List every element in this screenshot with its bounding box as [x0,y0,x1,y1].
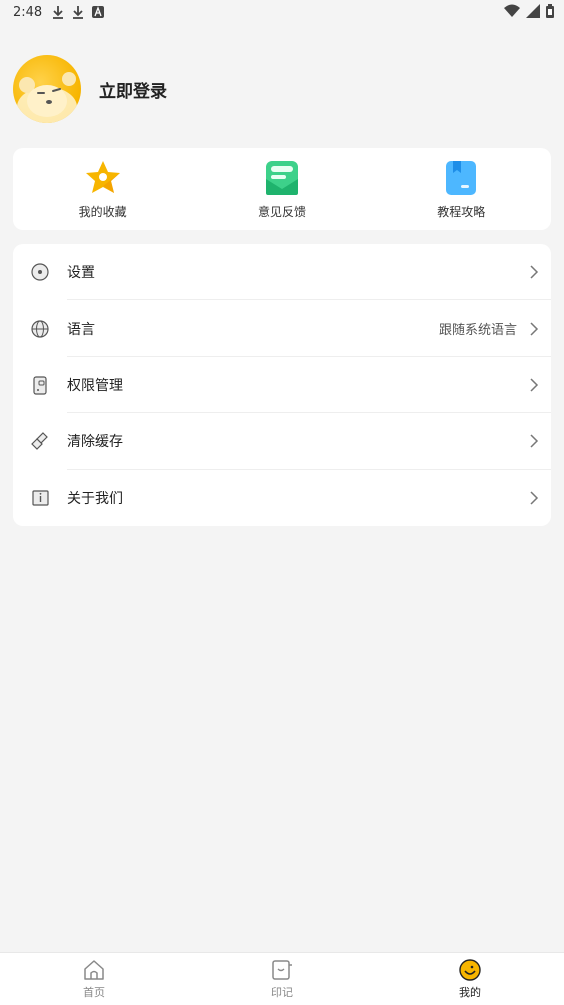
status-icons-right [504,4,554,18]
tab-me[interactable]: 我的 [420,958,520,1000]
chevron-right-icon [530,322,539,336]
broom-icon [31,432,48,451]
menu-label-clear-cache: 清除缓存 [67,434,123,451]
feedback-button[interactable]: 意见反馈 [222,154,342,224]
me-icon [459,958,481,981]
home-icon [84,959,104,980]
permission-icon [33,376,47,395]
battery-icon [546,4,554,18]
tutorial-label: 教程攻略 [437,204,486,219]
feedback-icon [265,160,298,195]
settings-icon [31,263,49,281]
info-icon [32,490,49,506]
bottom-tab-bar: 首页 印记 我的 [0,952,564,1005]
quick-actions-card: 我的收藏 意见反馈 教程攻略 [13,148,551,230]
menu-item-clear-cache[interactable]: 清除缓存 [13,413,551,470]
star-icon [85,160,120,193]
stamp-icon [272,959,292,980]
favorites-button[interactable]: 我的收藏 [43,154,163,224]
tab-stamp[interactable]: 印记 [232,959,332,1000]
profile-header[interactable]: 立即登录 [13,55,167,123]
signal-icon [526,4,540,18]
tab-label-stamp: 印记 [271,985,293,999]
tab-home[interactable]: 首页 [44,959,144,1000]
bear-avatar-icon[interactable] [13,55,81,123]
chevron-right-icon [530,491,539,505]
download-icon [53,6,64,19]
menu-label-permissions: 权限管理 [67,377,123,394]
feedback-label: 意见反馈 [257,204,306,219]
chevron-right-icon [530,434,539,448]
menu-item-settings[interactable]: 设置 [13,244,551,301]
tab-label-me: 我的 [459,985,481,999]
chevron-right-icon [530,378,539,392]
login-label[interactable]: 立即登录 [99,77,167,102]
tutorial-button[interactable]: 教程攻略 [401,154,521,224]
wifi-icon [504,4,520,17]
globe-icon [31,319,49,338]
menu-label-about: 关于我们 [67,490,123,507]
tab-label-home: 首页 [83,985,105,999]
settings-menu: 设置 语言 跟随系统语言 权限管理 清除缓存 关于我们 [13,244,551,526]
status-time: 2:48 [13,4,43,20]
language-value: 跟随系统语言 [438,323,517,339]
favorites-label: 我的收藏 [78,204,127,219]
menu-label-settings: 设置 [67,265,95,282]
book-icon [446,160,477,195]
menu-item-permissions[interactable]: 权限管理 [13,357,551,414]
status-bar: 2:48 [0,0,564,24]
menu-item-about[interactable]: 关于我们 [13,470,551,526]
chevron-right-icon [530,265,539,279]
menu-label-language: 语言 [67,321,95,338]
download-icon [73,6,84,19]
status-icons-left [52,5,105,19]
a-icon [92,6,105,18]
menu-item-language[interactable]: 语言 跟随系统语言 [13,300,551,357]
